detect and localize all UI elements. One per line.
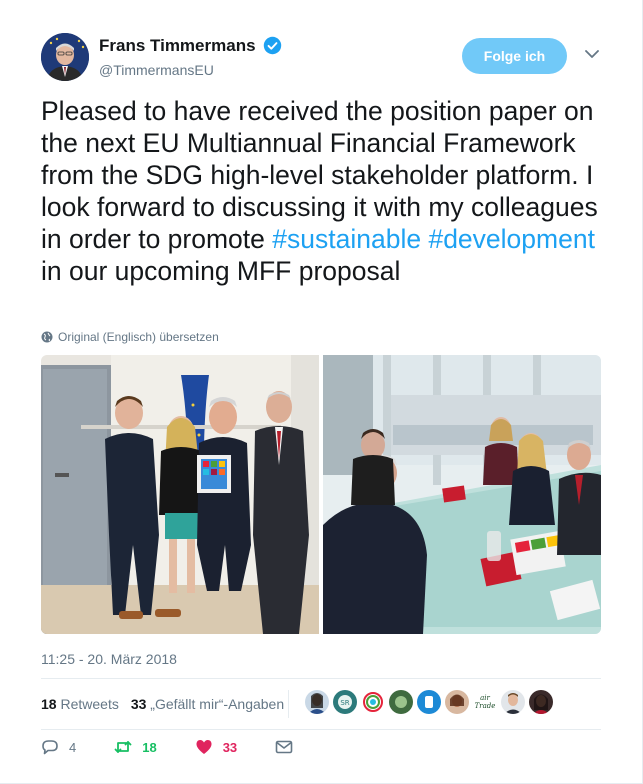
globe-icon: [41, 331, 53, 343]
liker-avatar[interactable]: [529, 690, 553, 714]
reply-button[interactable]: 4: [41, 738, 76, 756]
svg-text:Trade: Trade: [475, 702, 496, 710]
retweet-icon: [114, 741, 132, 753]
liker-avatar[interactable]: [417, 690, 441, 714]
author-name[interactable]: Frans Timmermans: [99, 36, 256, 56]
tweet-card: Frans Timmermans @TimmermansEU Folge ich…: [0, 0, 643, 784]
liker-avatar[interactable]: [305, 690, 329, 714]
retweet-count: 18: [142, 739, 157, 755]
divider-top: [41, 678, 601, 679]
svg-text:air: air: [480, 694, 490, 702]
liker-avatar[interactable]: [389, 690, 413, 714]
media-grid: [41, 355, 601, 634]
tweet-text-tail: in our upcoming MFF proposal: [41, 256, 401, 286]
heart-icon: [196, 740, 212, 754]
liker-avatar[interactable]: air Trade: [473, 690, 497, 714]
retweet-button[interactable]: 18: [114, 738, 157, 756]
tweet-text: Pleased to have received the position pa…: [41, 95, 611, 287]
likes-stat-count: 33: [130, 696, 147, 712]
photo-handover[interactable]: [41, 355, 319, 634]
retweets-stat-count: 18: [41, 696, 57, 712]
reply-count: 4: [69, 739, 77, 755]
engagement-stats: 18 Retweets 33 „Gefällt mir“-Angaben: [41, 688, 296, 720]
translate-label: Original (Englisch) übersetzen: [58, 330, 219, 344]
author-handle[interactable]: @TimmermansEU: [99, 62, 214, 78]
envelope-icon: [275, 740, 293, 754]
likes-stat-label: „Gefällt mir“-Angaben: [150, 696, 285, 712]
photo-meeting[interactable]: [323, 355, 601, 634]
following-button[interactable]: Folge ich: [462, 38, 567, 74]
author-avatar[interactable]: [41, 33, 89, 81]
direct-message-button[interactable]: [275, 738, 293, 756]
hashtag-development[interactable]: #development: [428, 224, 594, 254]
liker-avatars: SR air Trade: [305, 690, 553, 714]
like-button[interactable]: 33: [195, 738, 237, 756]
likes-stat[interactable]: 33 „Gefällt mir“-Angaben: [131, 696, 284, 712]
liker-avatar[interactable]: SR: [333, 690, 357, 714]
liker-avatar[interactable]: [501, 690, 525, 714]
retweets-stat-label: Retweets: [60, 696, 119, 712]
stats-separator: [288, 690, 289, 718]
liker-avatar[interactable]: [361, 690, 385, 714]
verified-badge-icon: [263, 36, 282, 55]
tweet-actions: 4 18 33: [41, 738, 331, 756]
svg-text:SR: SR: [340, 699, 349, 707]
hashtag-sustainable[interactable]: #sustainable: [272, 224, 421, 254]
chevron-down-icon[interactable]: [585, 49, 599, 59]
tweet-timestamp[interactable]: 11:25 - 20. März 2018: [41, 651, 177, 667]
reply-icon: [42, 740, 58, 755]
retweets-stat[interactable]: 18 Retweets: [41, 696, 119, 712]
liker-avatar[interactable]: [445, 690, 469, 714]
translate-link[interactable]: Original (Englisch) übersetzen: [41, 330, 219, 344]
like-count: 33: [222, 739, 238, 755]
divider-bottom: [41, 729, 601, 730]
